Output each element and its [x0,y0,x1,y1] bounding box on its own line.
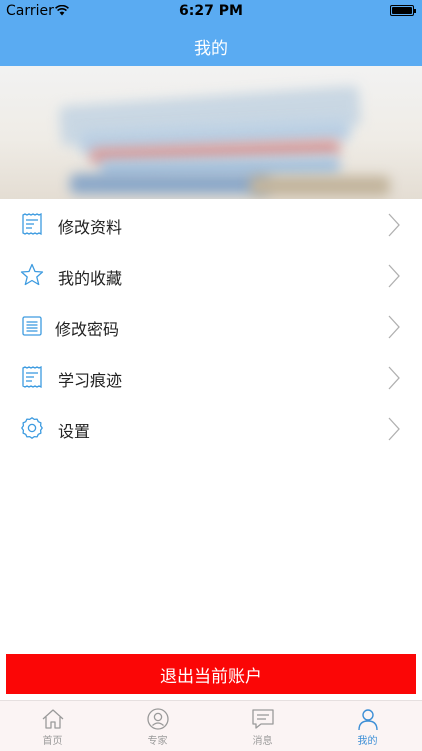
chevron-right-icon [388,213,400,237]
tab-label: 专家 [147,736,168,747]
navigation-bar: Carrier 6:27 PM 我的 [0,0,422,66]
menu-item-label: 学习痕迹 [58,371,123,390]
receipt-icon [22,212,42,236]
menu-item-favorites[interactable]: 我的收藏 [0,250,422,301]
tab-bar: 首页 专家 消息 我的 [0,700,422,751]
menu-item-label: 修改密码 [55,320,120,339]
menu-item-label: 修改资料 [58,218,123,237]
tab-label: 消息 [252,736,273,747]
tab-label: 首页 [42,736,63,747]
menu-item-settings[interactable]: 设置 [0,403,422,454]
tab-home[interactable]: 首页 [0,701,105,751]
user-icon [358,709,378,731]
menu-item-label: 我的收藏 [58,269,123,288]
chevron-right-icon [388,366,400,390]
gear-icon [21,417,43,439]
home-icon [42,709,64,729]
menu-item-learning-history[interactable]: 学习痕迹 [0,352,422,403]
logout-button[interactable]: 退出当前账户 [6,654,416,694]
expert-icon [147,708,169,730]
header-banner-image [0,66,422,199]
tab-messages[interactable]: 消息 [210,701,315,751]
star-icon [20,263,44,286]
message-icon [252,709,274,729]
page-title: 我的 [194,39,228,59]
tab-expert[interactable]: 专家 [105,701,210,751]
list-icon [22,316,42,336]
chevron-right-icon [388,315,400,339]
menu-item-edit-profile[interactable]: 修改资料 [0,199,422,250]
tab-label: 我的 [357,736,378,747]
menu-list: 修改资料 我的收藏 修改密码 学习痕迹 设置 [0,199,422,454]
status-bar: Carrier 6:27 PM [0,0,422,22]
receipt-icon [22,365,42,389]
chevron-right-icon [388,264,400,288]
tab-mine[interactable]: 我的 [315,701,420,751]
clock: 6:27 PM [179,3,243,19]
battery-icon [390,5,416,16]
chevron-right-icon [388,417,400,441]
menu-item-change-password[interactable]: 修改密码 [0,301,422,352]
menu-item-label: 设置 [58,422,91,441]
